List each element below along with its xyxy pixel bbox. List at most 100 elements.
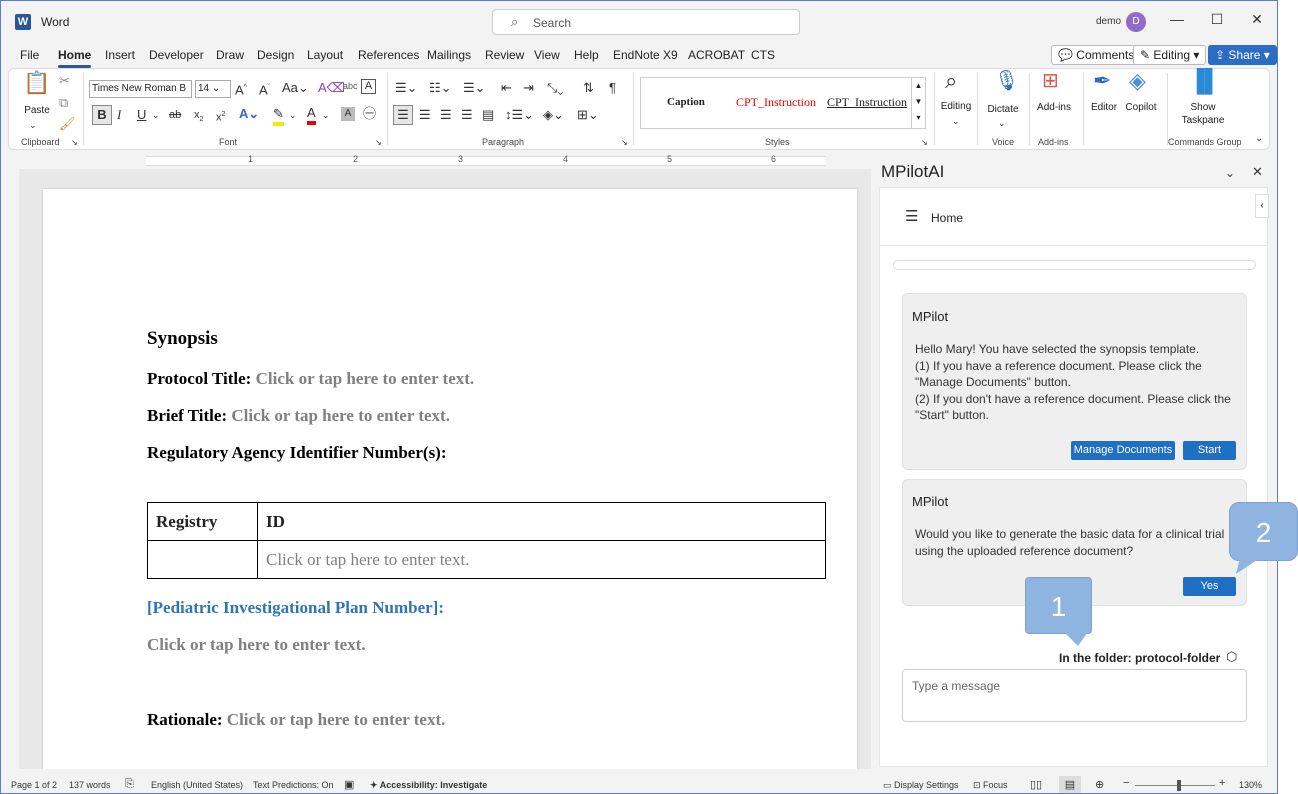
table-header-id[interactable]: ID — [257, 502, 826, 541]
read-mode-icon[interactable]: ▯▯ — [1030, 778, 1042, 791]
style-cpt-instruction-red[interactable]: CPT_Instruction — [736, 95, 816, 110]
numbering-icon[interactable]: ☷⌄ — [429, 80, 452, 96]
show-taskpane-icon[interactable]: ▐▌ — [1189, 70, 1220, 92]
collapse-panel-icon[interactable]: ‹ — [1255, 194, 1269, 218]
line-spacing-icon[interactable]: ↕☰⌄ — [505, 107, 534, 123]
grow-font-icon[interactable]: A^ — [235, 80, 247, 98]
shrink-font-icon[interactable]: Aˇ — [259, 80, 270, 98]
cube-icon[interactable]: ⬡ — [1226, 649, 1237, 665]
bold-icon[interactable]: B — [92, 105, 112, 125]
underline-icon[interactable]: U — [137, 107, 146, 123]
yes-button[interactable]: Yes — [1183, 577, 1236, 596]
highlight-dropdown-icon[interactable]: ⌄ — [289, 107, 297, 123]
strikethrough-icon[interactable]: ab — [169, 107, 181, 123]
align-center-icon[interactable]: ☰ — [419, 107, 431, 123]
tab-layout[interactable]: Layout — [307, 48, 343, 62]
tab-mailings[interactable]: Mailings — [427, 48, 471, 62]
macro-icon[interactable]: ▣ — [344, 778, 354, 791]
decrease-indent-icon[interactable]: ⇤ — [501, 80, 512, 96]
align-right-icon[interactable]: ☰ — [440, 107, 452, 123]
font-color-dropdown-icon[interactable]: ⌄ — [322, 107, 330, 123]
tab-help[interactable]: Help — [574, 48, 599, 62]
comments-button[interactable]: 💬 Comments — [1051, 45, 1142, 65]
manage-documents-button[interactable]: Manage Documents — [1071, 441, 1175, 460]
increase-indent-icon[interactable]: ⇥ — [523, 80, 534, 96]
language[interactable]: English (United States) — [151, 780, 243, 790]
zoom-level[interactable]: 130% — [1239, 780, 1262, 790]
copilot-icon[interactable]: ◈ — [1129, 70, 1146, 92]
bullets-icon[interactable]: ☰⌄ — [395, 80, 418, 96]
style-caption[interactable]: Caption — [667, 96, 705, 108]
tab-home[interactable]: Home — [58, 48, 92, 68]
underline-dropdown-icon[interactable]: ⌄ — [152, 107, 160, 123]
borders-icon[interactable]: ⊞⌄ — [577, 107, 599, 123]
tab-references[interactable]: References — [358, 48, 419, 62]
document-page[interactable]: Synopsis Protocol Title: Click or tap he… — [43, 189, 857, 769]
highlight-icon[interactable]: ✎ — [273, 106, 284, 126]
clear-formatting-icon[interactable]: A⌫ — [318, 80, 345, 96]
avatar[interactable]: D — [1126, 12, 1146, 32]
proofing-icon[interactable]: ⎘ — [125, 778, 134, 791]
collapse-ribbon-icon[interactable]: ⌄ — [1255, 131, 1263, 147]
chevron-down-icon[interactable]: ⌄ — [952, 113, 960, 129]
word-count[interactable]: 137 words — [69, 780, 111, 790]
zoom-slider-thumb[interactable] — [1177, 780, 1181, 791]
asian-layout-icon[interactable]: ⤡⌄ — [547, 80, 564, 96]
tab-cts[interactable]: CTS — [751, 48, 775, 62]
pane-options-icon[interactable]: ⌄ — [1225, 165, 1235, 181]
paste-icon[interactable]: 📋 — [23, 72, 50, 101]
shading-icon[interactable]: ◈⌄ — [543, 107, 564, 123]
tab-draw[interactable]: Draw — [216, 48, 244, 62]
accessibility-status[interactable]: ✦ Accessibility: Investigate — [370, 780, 487, 791]
superscript-icon[interactable]: x2 — [216, 107, 225, 126]
tab-endnote[interactable]: EndNote X9 — [613, 48, 678, 62]
placeholder-text[interactable]: Click or tap here to enter text. — [231, 406, 450, 425]
dialog-launcher-icon[interactable]: ↘ — [921, 135, 928, 151]
web-layout-icon[interactable]: ⊕ — [1095, 778, 1104, 791]
table-cell[interactable] — [147, 540, 258, 579]
tab-developer[interactable]: Developer — [149, 48, 204, 62]
message-input[interactable]: Type a message — [902, 669, 1247, 722]
share-button[interactable]: ⇪ Share ▾ — [1208, 45, 1277, 65]
copy-icon[interactable]: ⧉ — [59, 95, 68, 111]
display-settings[interactable]: ▭ Display Settings — [883, 780, 959, 791]
focus-mode[interactable]: ⊡ Focus — [973, 780, 1008, 791]
font-color-icon[interactable]: A — [307, 105, 316, 125]
zoom-out-icon[interactable]: − — [1123, 777, 1129, 789]
styles-scroll[interactable]: ▲ ▼ ▾ — [911, 78, 925, 128]
home-label[interactable]: Home — [931, 211, 963, 225]
microphone-icon[interactable]: 🎙 — [994, 71, 1019, 99]
minimize-icon[interactable]: — — [1167, 11, 1187, 27]
document-area[interactable]: Synopsis Protocol Title: Click or tap he… — [19, 169, 871, 769]
chevron-down-icon[interactable]: ⌄ — [29, 117, 37, 133]
italic-icon[interactable]: I — [117, 107, 121, 123]
tab-acrobat[interactable]: ACROBAT — [688, 48, 745, 62]
close-pane-icon[interactable]: ✕ — [1252, 164, 1263, 180]
print-layout-icon[interactable]: ▤ — [1059, 776, 1081, 793]
font-family-select[interactable]: Times New Roman B — [89, 80, 192, 98]
dialog-launcher-icon[interactable]: ↘ — [621, 135, 628, 151]
start-button[interactable]: Start — [1183, 441, 1236, 460]
addins-icon[interactable]: ⊞ — [1042, 71, 1059, 91]
placeholder-text[interactable]: Click or tap here to enter text. — [227, 710, 446, 729]
character-border-icon[interactable]: A — [361, 79, 376, 94]
maximize-icon[interactable]: ☐ — [1207, 11, 1227, 28]
table-cell-placeholder[interactable]: Click or tap here to enter text. — [257, 540, 826, 579]
tab-insert[interactable]: Insert — [105, 48, 135, 62]
change-case-icon[interactable]: Aa⌄ — [282, 80, 309, 96]
dialog-launcher-icon[interactable]: ↘ — [71, 135, 78, 151]
zoom-slider[interactable] — [1135, 785, 1215, 786]
distributed-icon[interactable]: ▤ — [482, 107, 494, 123]
table-header-registry[interactable]: Registry — [147, 502, 258, 541]
format-painter-icon[interactable]: 🖌 — [59, 116, 76, 132]
phonetic-guide-icon[interactable]: abc — [343, 78, 358, 94]
tab-file[interactable]: File — [20, 48, 39, 62]
editor-icon[interactable]: ✒ — [1093, 70, 1111, 92]
subscript-icon[interactable]: x2 — [194, 107, 203, 128]
align-left-icon[interactable]: ☰ — [393, 105, 413, 125]
search-box[interactable]: ⌕ Search — [492, 9, 800, 35]
justify-icon[interactable]: ☰ — [461, 107, 473, 123]
tab-review[interactable]: Review — [485, 48, 524, 62]
find-icon[interactable]: ⌕ — [945, 70, 957, 92]
placeholder-text[interactable]: Click or tap here to enter text. — [256, 369, 475, 388]
